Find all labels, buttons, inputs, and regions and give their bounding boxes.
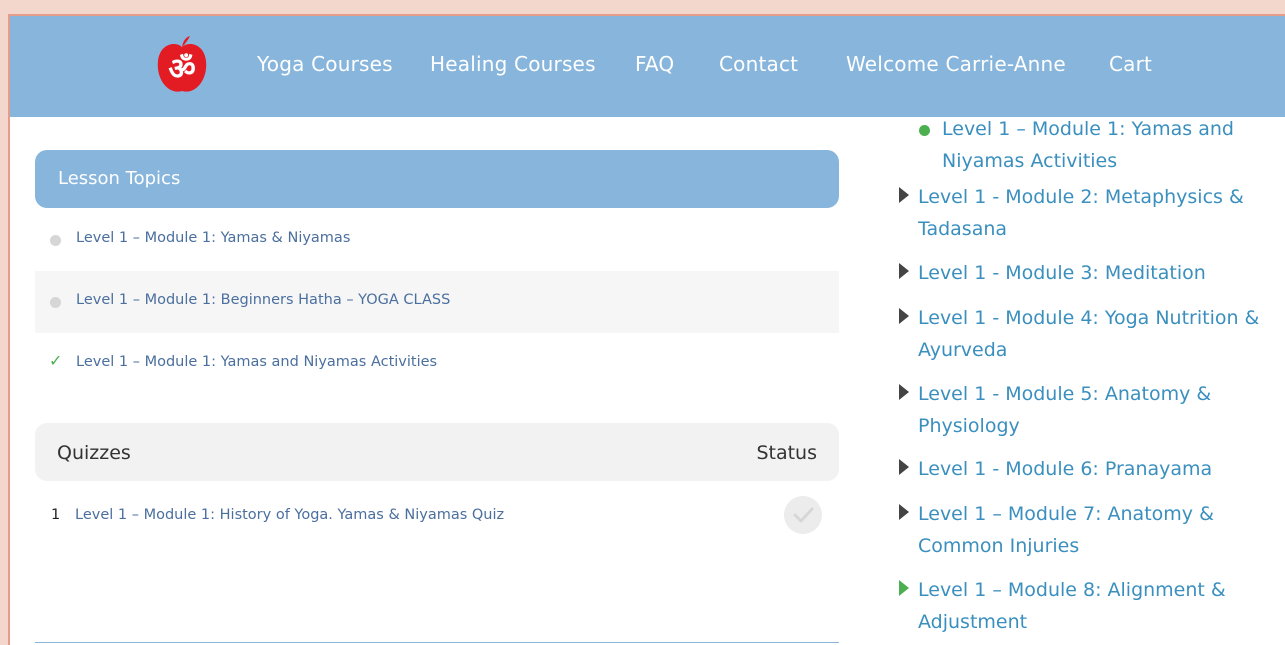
incomplete-dot-icon bbox=[50, 297, 61, 308]
topic-row[interactable]: Level 1 – Module 1: Beginners Hatha – YO… bbox=[35, 271, 839, 333]
expanded-arrow-icon[interactable] bbox=[899, 580, 909, 596]
quizzes-status-label: Status bbox=[756, 442, 817, 464]
sidebar-module-3[interactable]: Level 1 - Module 3: Meditation bbox=[918, 257, 1278, 289]
collapsed-arrow-icon[interactable] bbox=[899, 384, 909, 400]
topic-link[interactable]: Level 1 – Module 1: Beginners Hatha – YO… bbox=[76, 292, 450, 308]
topic-link[interactable]: Level 1 – Module 1: Yamas and Niyamas Ac… bbox=[76, 354, 437, 370]
topic-row[interactable]: Level 1 – Module 1: Yamas & Niyamas bbox=[35, 209, 839, 271]
quiz-number: 1 bbox=[51, 507, 61, 523]
nav-healing-courses[interactable]: Healing Courses bbox=[430, 52, 596, 76]
quizzes-header: Quizzes Status bbox=[35, 423, 839, 481]
sidebar-module-5[interactable]: Level 1 - Module 5: Anatomy & Physiology bbox=[918, 378, 1238, 442]
section-divider bbox=[35, 642, 839, 643]
collapsed-arrow-icon[interactable] bbox=[899, 187, 909, 203]
collapsed-arrow-icon[interactable] bbox=[899, 263, 909, 279]
nav-faq[interactable]: FAQ bbox=[635, 52, 674, 76]
main-nav: Yoga Courses Healing Courses FAQ Contact… bbox=[10, 16, 1285, 117]
current-topic-dot-icon bbox=[919, 125, 930, 136]
incomplete-dot-icon bbox=[50, 235, 61, 246]
nav-welcome-user[interactable]: Welcome Carrie-Anne bbox=[846, 52, 1066, 76]
page-frame: ॐ Yoga Courses Healing Courses FAQ Conta… bbox=[8, 14, 1285, 645]
collapsed-arrow-icon[interactable] bbox=[899, 504, 909, 520]
topic-link[interactable]: Level 1 – Module 1: Yamas & Niyamas bbox=[76, 230, 350, 246]
quiz-status-check-icon bbox=[784, 496, 822, 534]
sidebar-module-4[interactable]: Level 1 - Module 4: Yoga Nutrition & Ayu… bbox=[918, 302, 1278, 366]
quiz-link[interactable]: Level 1 – Module 1: History of Yoga. Yam… bbox=[75, 507, 504, 523]
collapsed-arrow-icon[interactable] bbox=[899, 308, 909, 324]
lesson-topics-title: Lesson Topics bbox=[58, 168, 181, 189]
sidebar-module-6[interactable]: Level 1 - Module 6: Pranayama bbox=[918, 453, 1278, 485]
sidebar-module-2[interactable]: Level 1 - Module 2: Metaphysics & Tadasa… bbox=[918, 181, 1268, 245]
checkmark-icon: ✓ bbox=[49, 351, 63, 370]
sidebar-module-8[interactable]: Level 1 – Module 8: Alignment & Adjustme… bbox=[918, 574, 1248, 638]
collapsed-arrow-icon[interactable] bbox=[899, 459, 909, 475]
nav-contact[interactable]: Contact bbox=[719, 52, 798, 76]
nav-yoga-courses[interactable]: Yoga Courses bbox=[257, 52, 393, 76]
sidebar-current-topic[interactable]: Level 1 – Module 1: Yamas and Niyamas Ac… bbox=[942, 113, 1262, 177]
nav-cart[interactable]: Cart bbox=[1109, 52, 1152, 76]
site-header: ॐ Yoga Courses Healing Courses FAQ Conta… bbox=[10, 16, 1285, 117]
topic-row[interactable]: ✓ Level 1 – Module 1: Yamas and Niyamas … bbox=[35, 333, 839, 395]
quiz-row[interactable]: 1 Level 1 – Module 1: History of Yoga. Y… bbox=[35, 486, 839, 548]
sidebar-module-7[interactable]: Level 1 – Module 7: Anatomy & Common Inj… bbox=[918, 498, 1238, 562]
quizzes-title: Quizzes bbox=[57, 442, 131, 464]
lesson-topics-header: Lesson Topics bbox=[35, 150, 839, 208]
